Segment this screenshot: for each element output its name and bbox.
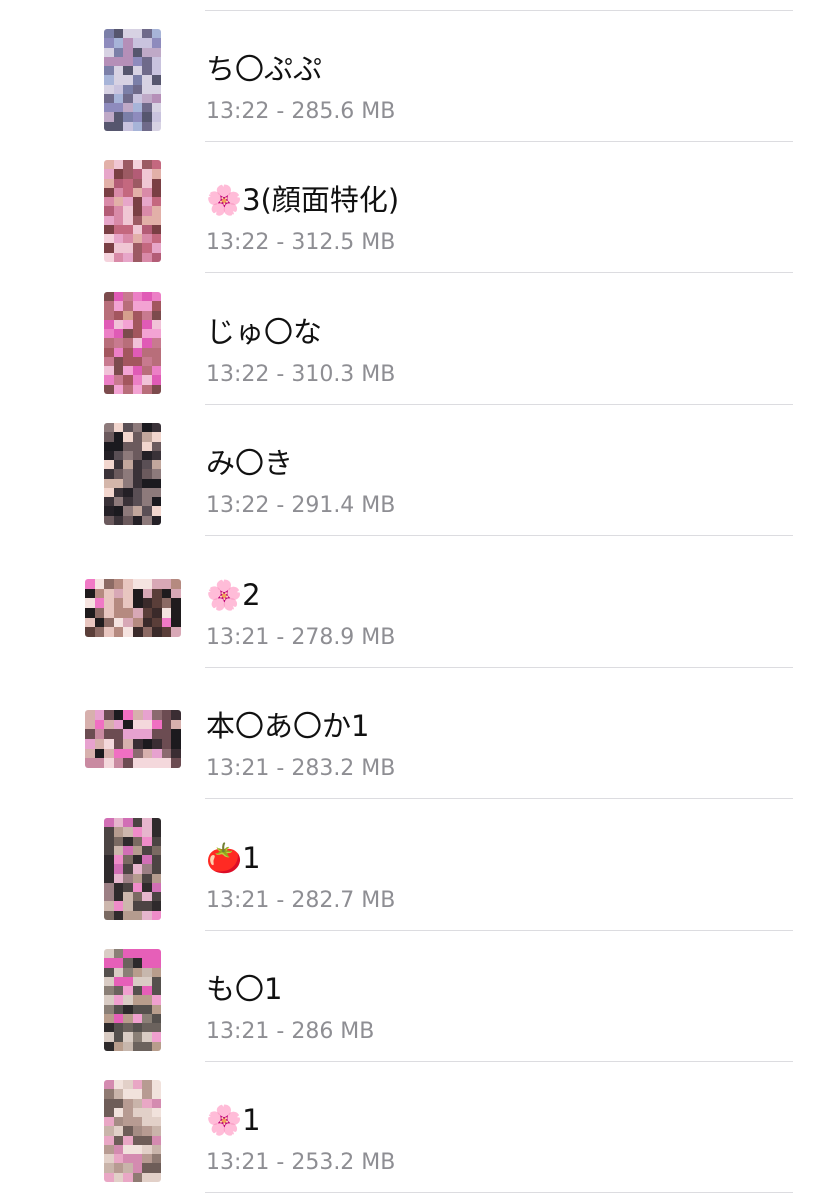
list-divider <box>205 535 793 536</box>
video-thumbnail <box>85 579 181 637</box>
list-item[interactable]: ち〇ぷぷ 13:22 - 285.6 MB <box>0 11 826 142</box>
video-thumbnail <box>85 710 181 768</box>
file-name: 本〇あ〇か1 <box>206 709 370 743</box>
file-meta: 13:21 - 253.2 MB <box>206 1150 396 1175</box>
file-name: 🍅1 <box>206 841 261 875</box>
file-name: 🌸1 <box>206 1103 261 1137</box>
video-thumbnail <box>104 423 161 525</box>
list-item[interactable]: 🌸1 13:21 - 253.2 MB <box>0 1062 826 1193</box>
video-thumbnail <box>104 160 161 262</box>
list-divider <box>205 798 793 799</box>
file-name: 🌸2 <box>206 578 261 612</box>
file-name: じゅ〇な <box>206 315 323 349</box>
file-meta: 13:21 - 278.9 MB <box>206 625 396 650</box>
list-divider <box>205 272 793 273</box>
file-meta: 13:21 - 282.7 MB <box>206 888 396 913</box>
file-meta: 13:21 - 286 MB <box>206 1019 375 1044</box>
file-name: も〇1 <box>206 972 283 1006</box>
file-meta: 13:22 - 312.5 MB <box>206 230 396 255</box>
list-item[interactable]: 🌸2 13:21 - 278.9 MB <box>0 537 826 668</box>
list-item[interactable]: じゅ〇な 13:22 - 310.3 MB <box>0 274 826 405</box>
video-thumbnail <box>104 949 161 1051</box>
list-item[interactable]: 本〇あ〇か1 13:21 - 283.2 MB <box>0 668 826 799</box>
list-divider <box>205 1192 793 1193</box>
video-thumbnail <box>104 818 161 920</box>
list-item[interactable]: み〇き 13:22 - 291.4 MB <box>0 405 826 536</box>
file-meta: 13:21 - 283.2 MB <box>206 756 396 781</box>
file-name: み〇き <box>206 446 294 480</box>
file-name: ち〇ぷぷ <box>206 52 323 86</box>
file-meta: 13:22 - 285.6 MB <box>206 99 396 124</box>
video-thumbnail <box>104 292 161 394</box>
video-thumbnail <box>104 29 161 131</box>
list-item[interactable]: 🌸3(顔面特化) 13:22 - 312.5 MB <box>0 142 826 273</box>
file-name: 🌸3(顔面特化) <box>206 183 400 217</box>
file-meta: 13:22 - 310.3 MB <box>206 362 396 387</box>
list-item[interactable]: 🍅1 13:21 - 282.7 MB <box>0 800 826 931</box>
file-meta: 13:22 - 291.4 MB <box>206 493 396 518</box>
list-item[interactable]: も〇1 13:21 - 286 MB <box>0 931 826 1062</box>
video-thumbnail <box>104 1080 161 1182</box>
